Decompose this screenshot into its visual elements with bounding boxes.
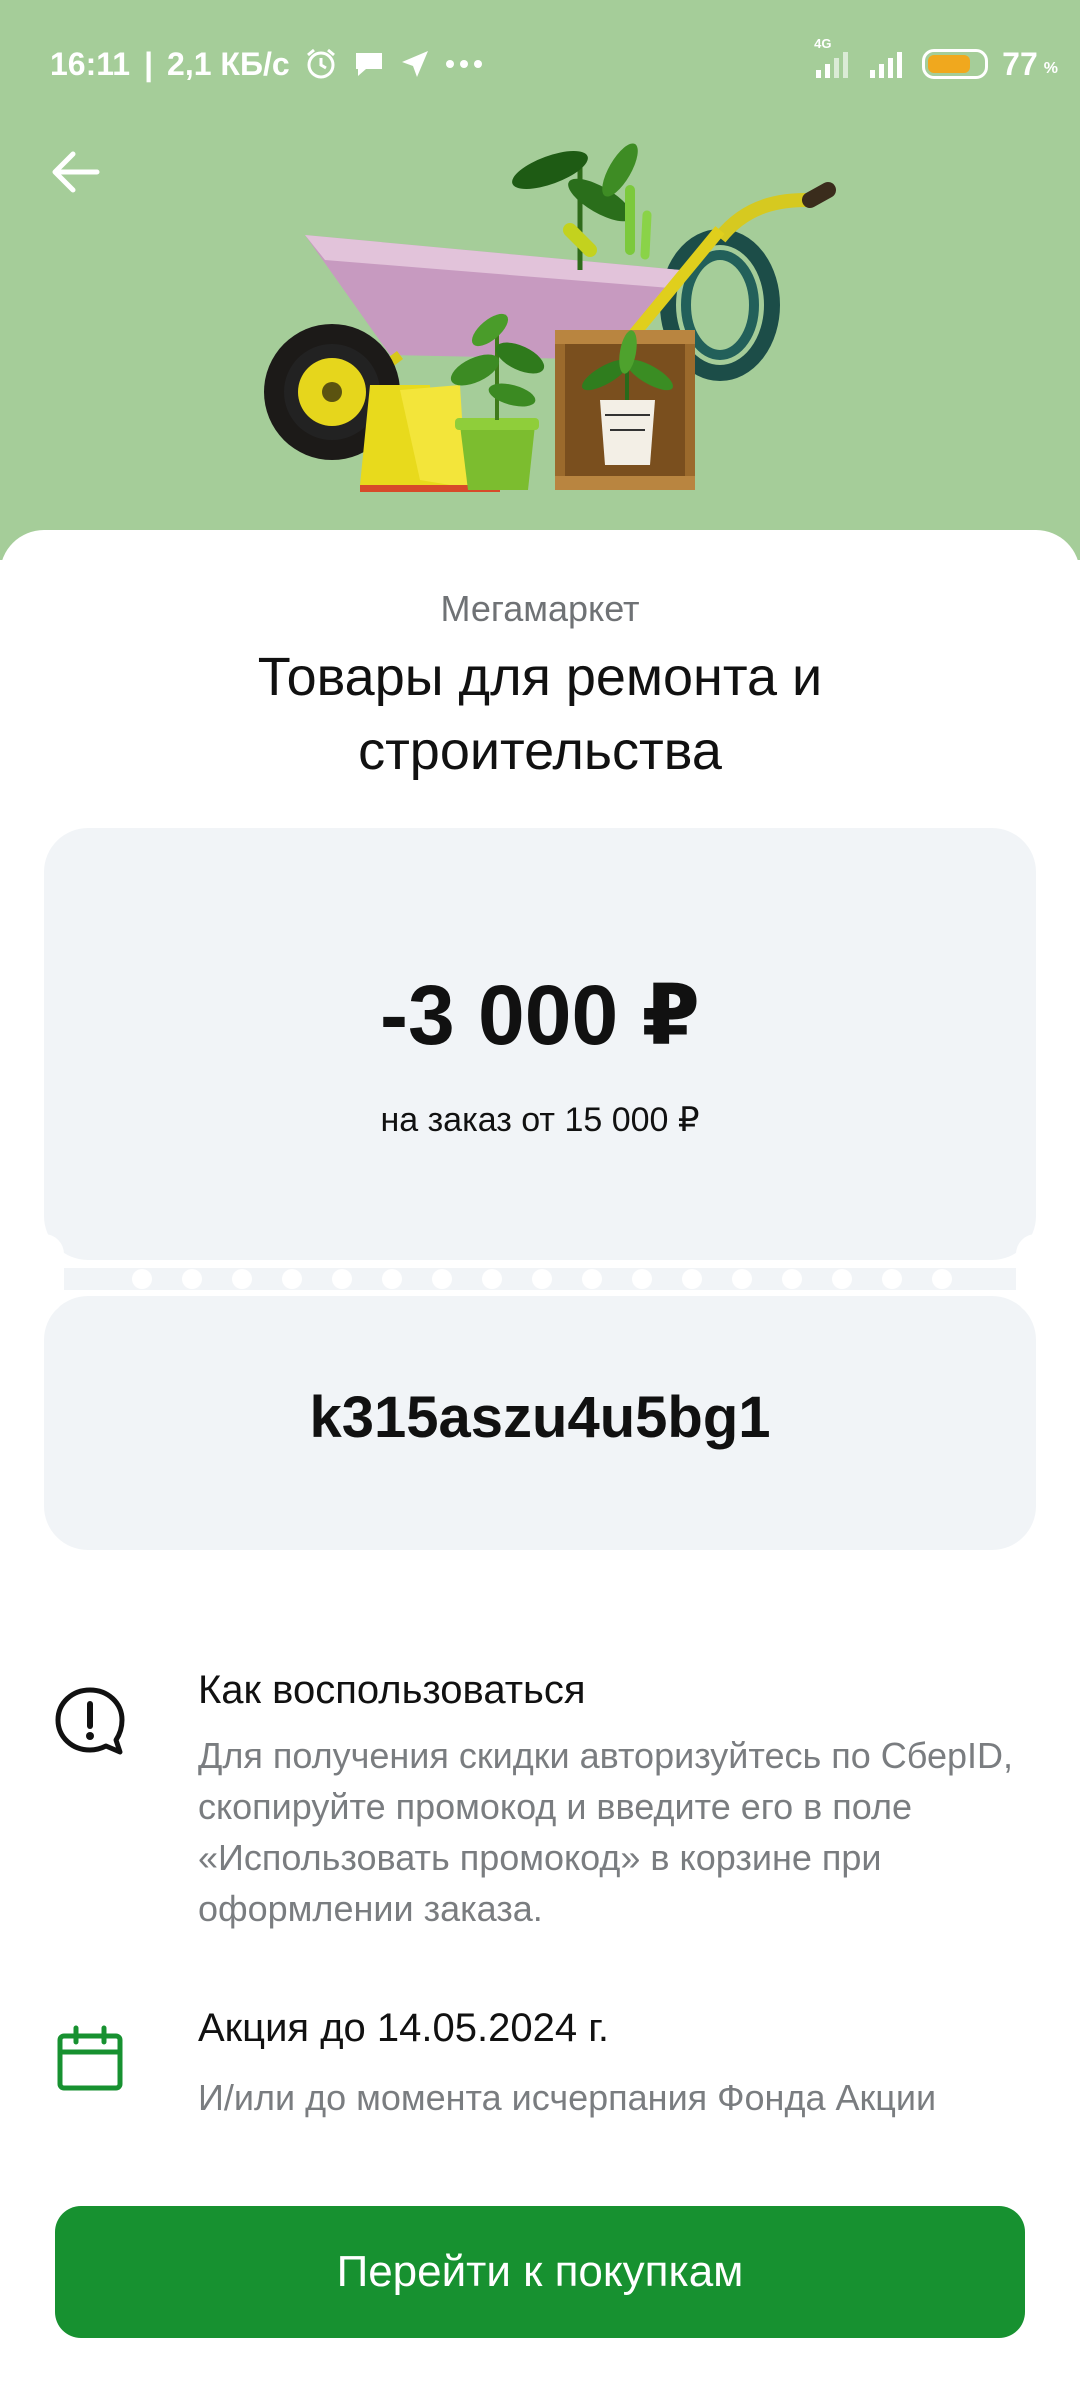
battery-fill — [928, 55, 970, 73]
perforation-dot — [582, 1269, 602, 1289]
promo-code[interactable]: k315aszu4u5bg1 — [44, 1384, 1036, 1451]
how-to-use-section: Как воспользоваться Для получения скидки… — [44, 1668, 1044, 1968]
validity-text: И/или до момента исчерпания Фонда Акции — [198, 2077, 937, 2118]
perforation-dot — [732, 1269, 752, 1289]
coupon-notch-left — [24, 1234, 64, 1314]
perforation-dot — [932, 1269, 952, 1289]
perforation-dot — [532, 1269, 552, 1289]
perforation-dot — [132, 1269, 152, 1289]
signal-icon — [868, 48, 908, 80]
perforation-dot — [682, 1269, 702, 1289]
exclamation-bubble-icon — [55, 1687, 125, 1755]
perforation-dot — [632, 1269, 652, 1289]
discount-condition: на заказ от 15 000 ₽ — [380, 1101, 700, 1139]
how-to-use-title: Как воспользоваться — [198, 1668, 586, 1712]
go-to-shopping-button[interactable]: Перейти к покупкам — [55, 2206, 1025, 2338]
battery-percent: 77 — [1002, 45, 1038, 82]
perforation-dot — [332, 1269, 352, 1289]
status-divider: | — [144, 45, 154, 82]
perforation-dot — [182, 1269, 202, 1289]
location-arrow-icon — [400, 49, 430, 79]
status-right: 4G 77 % — [814, 36, 1058, 86]
coupon-notch-right — [1016, 1234, 1056, 1314]
validity-section: Акция до 14.05.2024 г. И/или до момента … — [44, 2006, 1044, 2136]
perforation-dot — [482, 1269, 502, 1289]
store-name: Мегамаркет — [440, 588, 640, 629]
more-dots-icon — [444, 59, 484, 69]
status-bar: 16:11 | 2,1 КБ/с 4G 77 % — [0, 0, 1080, 130]
validity-title: Акция до 14.05.2024 г. — [198, 2006, 610, 2050]
calendar-icon — [57, 2025, 123, 2091]
alarm-icon — [304, 47, 338, 81]
arrow-left-icon — [52, 151, 100, 193]
coupon-perforation — [132, 1269, 952, 1289]
back-button[interactable] — [44, 140, 108, 204]
coupon-card: -3 000 ₽ на заказ от 15 000 ₽ k315aszu4u… — [24, 828, 1056, 1550]
battery-percent-sign: % — [1043, 60, 1058, 77]
how-to-use-text: Для получения скидки авторизуйтесь по Сб… — [198, 1735, 1014, 1929]
tall-plant-image — [512, 143, 652, 270]
perforation-dot — [832, 1269, 852, 1289]
offer-title: Товары для ремонта и строительства — [257, 647, 823, 781]
perforation-dot — [882, 1269, 902, 1289]
perforation-dot — [432, 1269, 452, 1289]
signal-4g-icon: 4G — [814, 36, 854, 80]
chat-icon — [352, 49, 386, 79]
status-time: 16:11 — [50, 45, 131, 82]
perforation-dot — [282, 1269, 302, 1289]
perforation-dot — [232, 1269, 252, 1289]
status-left: 16:11 | 2,1 КБ/с — [50, 42, 484, 86]
perforation-dot — [382, 1269, 402, 1289]
garden-tools-illustration — [264, 143, 836, 492]
status-speed: 2,1 КБ/с — [167, 45, 290, 82]
discount-amount: -3 000 ₽ — [380, 968, 700, 1062]
battery-icon — [922, 49, 989, 79]
wooden-crate-image — [555, 330, 695, 490]
network-type-label: 4G — [814, 36, 832, 51]
perforation-dot — [782, 1269, 802, 1289]
